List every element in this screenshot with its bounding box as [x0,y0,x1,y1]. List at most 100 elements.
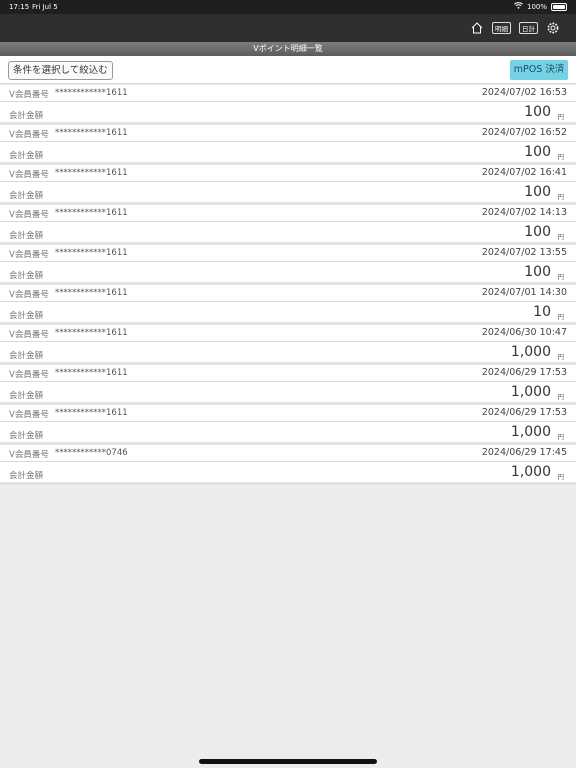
yen-unit: 円 [557,473,565,481]
member-label: V会員番号 [9,130,49,140]
amount-label: 会計金額 [9,351,44,361]
amount-row: 会計金額 1,000 円 [0,422,576,442]
amount-value: 100 [524,144,551,160]
yen-unit: 円 [557,113,565,121]
yen-unit: 円 [557,393,565,401]
amount-row: 会計金額 1,000 円 [0,462,576,482]
member-row: V会員番号 ************0746 2024/06/29 17:45 [0,445,576,462]
member-number: ************1611 [55,368,128,378]
wifi-icon [514,2,523,11]
member-number: ************0746 [55,448,128,458]
status-right: 100% [514,2,567,11]
member-row: V会員番号 ************1611 2024/06/29 17:53 [0,365,576,382]
amount-label: 会計金額 [9,111,44,121]
amount-value: 1,000 [510,464,551,480]
mpos-payment-button[interactable]: mPOS 決済 [510,60,568,80]
amount-value: 1,000 [510,384,551,400]
amount-value: 1,000 [510,424,551,440]
member-label: V会員番号 [9,210,49,220]
amount-value: 100 [524,224,551,240]
amount-row: 会計金額 100 円 [0,142,576,162]
member-label: V会員番号 [9,250,49,260]
amount-row: 会計金額 10 円 [0,302,576,322]
transaction-datetime: 2024/07/02 16:52 [481,127,567,138]
list-item[interactable]: V会員番号 ************1611 2024/07/02 13:55 会計金… [0,245,576,285]
member-number: ************1611 [55,328,128,338]
transaction-datetime: 2024/07/02 16:41 [481,167,567,178]
yen-unit: 円 [557,433,565,441]
amount-row: 会計金額 100 円 [0,102,576,122]
transaction-datetime: 2024/06/29 17:45 [481,447,567,458]
member-number: ************1611 [55,88,128,98]
amount-row: 会計金額 1,000 円 [0,342,576,362]
member-label: V会員番号 [9,410,49,420]
status-bar: 17:15 Fri Jul 5 100% [0,0,576,14]
status-time: 17:15 [9,3,30,11]
meisai-button[interactable]: 明細 [492,22,511,34]
status-date: Fri Jul 5 [32,3,58,11]
list-item[interactable]: V会員番号 ************1611 2024/06/29 17:53 会計金… [0,365,576,405]
battery-percent: 100% [526,2,547,11]
filter-button[interactable]: 条件を選択して絞込む [8,61,113,80]
battery-icon [551,2,567,11]
list-item[interactable]: V会員番号 ************1611 2024/06/30 10:47 会計金… [0,325,576,365]
amount-label: 会計金額 [9,311,44,321]
amount-label: 会計金額 [9,191,44,201]
member-row: V会員番号 ************1611 2024/07/02 13:55 [0,245,576,262]
member-number: ************1611 [55,248,128,258]
amount-value: 10 [533,304,551,320]
yen-unit: 円 [557,273,565,281]
yen-unit: 円 [557,193,565,201]
amount-value: 100 [524,264,551,280]
amount-value: 100 [524,184,551,200]
member-row: V会員番号 ************1611 2024/06/29 17:53 [0,405,576,422]
yen-unit: 円 [557,353,565,361]
list-item[interactable]: V会員番号 ************1611 2024/07/02 14:13 会計金… [0,205,576,245]
list-item[interactable]: V会員番号 ************1611 2024/06/29 17:53 会計金… [0,405,576,445]
member-label: V会員番号 [9,330,49,340]
member-row: V会員番号 ************1611 2024/07/02 14:13 [0,205,576,222]
home-icon[interactable] [470,20,484,36]
nikkei-button[interactable]: 日計 [519,22,538,34]
amount-label: 会計金額 [9,431,44,441]
member-number: ************1611 [55,408,128,418]
member-row: V会員番号 ************1611 2024/06/30 10:47 [0,325,576,342]
member-row: V会員番号 ************1611 2024/07/02 16:52 [0,125,576,142]
member-row: V会員番号 ************1611 2024/07/02 16:41 [0,165,576,182]
member-label: V会員番号 [9,170,49,180]
amount-row: 会計金額 100 円 [0,222,576,242]
member-number: ************1611 [55,288,128,298]
list-item[interactable]: V会員番号 ************1611 2024/07/02 16:41 会計金… [0,165,576,205]
page-title: Vポイント明細一覧 [0,42,576,56]
amount-row: 会計金額 1,000 円 [0,382,576,402]
yen-unit: 円 [557,313,565,321]
app-toolbar: 明細 日計 [0,14,576,42]
amount-label: 会計金額 [9,231,44,241]
home-indicator[interactable] [199,759,377,764]
transaction-datetime: 2024/06/30 10:47 [481,327,567,338]
member-label: V会員番号 [9,370,49,380]
transaction-datetime: 2024/07/02 13:55 [481,247,567,258]
amount-label: 会計金額 [9,471,44,481]
amount-label: 会計金額 [9,151,44,161]
member-label: V会員番号 [9,450,49,460]
member-label: V会員番号 [9,90,49,100]
amount-row: 会計金額 100 円 [0,262,576,282]
list-item[interactable]: V会員番号 ************1611 2024/07/01 14:30 会計金… [0,285,576,325]
list-item[interactable]: V会員番号 ************1611 2024/07/02 16:52 会計金… [0,125,576,165]
yen-unit: 円 [557,233,565,241]
list-item[interactable]: V会員番号 ************1611 2024/07/02 16:53 会計金… [0,85,576,125]
list-item[interactable]: V会員番号 ************0746 2024/06/29 17:45 会計金… [0,445,576,485]
amount-label: 会計金額 [9,391,44,401]
amount-value: 1,000 [510,344,551,360]
member-row: V会員番号 ************1611 2024/07/01 14:30 [0,285,576,302]
gear-icon[interactable] [546,20,560,36]
amount-label: 会計金額 [9,271,44,281]
transaction-datetime: 2024/07/02 14:13 [481,207,567,218]
amount-row: 会計金額 100 円 [0,182,576,202]
yen-unit: 円 [557,153,565,161]
transaction-datetime: 2024/07/02 16:53 [481,87,567,98]
member-number: ************1611 [55,168,128,178]
member-row: V会員番号 ************1611 2024/07/02 16:53 [0,85,576,102]
transaction-list: V会員番号 ************1611 2024/07/02 16:53 会計金… [0,85,576,485]
